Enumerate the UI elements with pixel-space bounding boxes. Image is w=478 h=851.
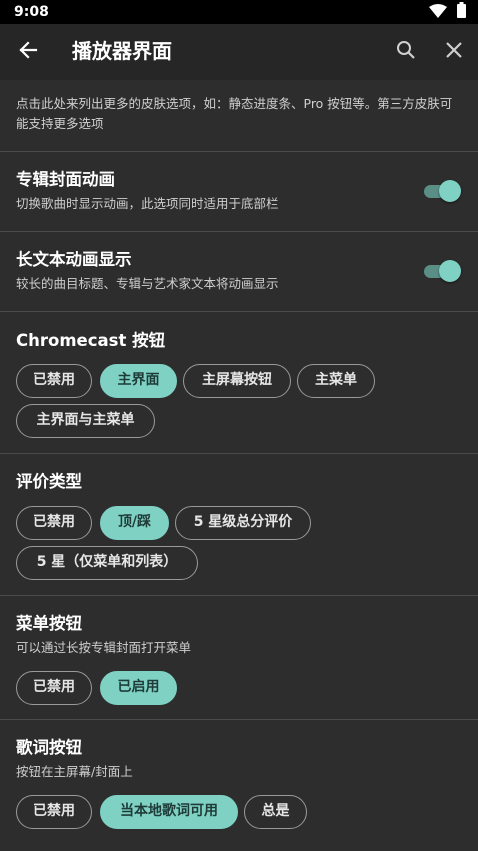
- setting-title: 长文本动画显示: [16, 250, 132, 269]
- status-time: 9:08: [14, 4, 49, 20]
- search-button[interactable]: [386, 32, 426, 72]
- setting-title: 歌词按钮: [16, 738, 82, 757]
- chip-rating-five-star-menu-list[interactable]: 5 星（仅菜单和列表）: [16, 546, 198, 580]
- chromecast-button-setting: Chromecast 按钮 已禁用 主界面 主屏幕按钮 主菜单 主界面与主菜单: [0, 312, 478, 454]
- status-bar: 9:08: [0, 0, 478, 24]
- setting-title: 评价类型: [16, 472, 82, 491]
- album-animation-toggle[interactable]: [422, 180, 461, 202]
- chip-chromecast-main-menu[interactable]: 主菜单: [297, 364, 375, 398]
- setting-subtitle: 较长的曲目标题、专辑与艺术家文本将动画显示: [16, 276, 279, 291]
- settings-list: 点击此处来列出更多的皮肤选项，如：静态进度条、Pro 按钮等。第三方皮肤可能支持…: [0, 80, 478, 851]
- close-button[interactable]: [434, 32, 474, 72]
- chip-menu-enabled[interactable]: 已启用: [100, 671, 177, 705]
- rating-type-setting: 评价类型 已禁用 顶/踩 5 星级总分评价 5 星（仅菜单和列表）: [0, 454, 478, 596]
- long-text-animation-toggle[interactable]: [422, 260, 461, 282]
- chip-rating-five-star[interactable]: 5 星级总分评价: [175, 506, 311, 540]
- setting-subtitle: 切换歌曲时显示动画，此选项同时适用于底部栏: [16, 196, 279, 211]
- back-button[interactable]: [8, 32, 48, 72]
- menu-button-setting: 菜单按钮 可以通过长按专辑封面打开菜单 已禁用 已启用: [0, 596, 478, 720]
- wifi-icon: [429, 3, 447, 22]
- lyrics-button-setting: 歌词按钮 按钮在主屏幕/封面上 已禁用 当本地歌词可用 总是: [0, 720, 478, 851]
- setting-title: 专辑封面动画: [16, 170, 115, 189]
- chip-chromecast-home-button[interactable]: 主屏幕按钮: [183, 364, 291, 398]
- search-icon: [396, 40, 416, 64]
- setting-title: 菜单按钮: [16, 614, 82, 633]
- album-animation-setting[interactable]: 专辑封面动画 切换歌曲时显示动画，此选项同时适用于底部栏: [0, 152, 478, 232]
- chip-menu-disabled[interactable]: 已禁用: [16, 671, 92, 705]
- chip-chromecast-main-screen[interactable]: 主界面: [100, 364, 177, 398]
- long-text-animation-setting[interactable]: 长文本动画显示 较长的曲目标题、专辑与艺术家文本将动画显示: [0, 232, 478, 312]
- chip-lyrics-disabled[interactable]: 已禁用: [16, 795, 92, 829]
- arrow-left-icon: [18, 40, 38, 64]
- chip-chromecast-disabled[interactable]: 已禁用: [16, 364, 92, 398]
- setting-subtitle: 按钮在主屏幕/封面上: [16, 764, 133, 779]
- setting-subtitle: 可以通过长按专辑封面打开菜单: [16, 640, 192, 655]
- app-bar: 播放器界面: [0, 24, 478, 80]
- toggle-knob: [439, 260, 461, 282]
- chip-chromecast-main-screen-and-menu[interactable]: 主界面与主菜单: [16, 404, 155, 438]
- chip-rating-thumbs[interactable]: 顶/踩: [100, 506, 169, 540]
- battery-icon: [457, 2, 466, 22]
- status-icons: [429, 2, 466, 22]
- chip-lyrics-local-available[interactable]: 当本地歌词可用: [100, 795, 238, 829]
- chip-lyrics-always[interactable]: 总是: [244, 795, 307, 829]
- setting-title: Chromecast 按钮: [16, 331, 166, 350]
- close-icon: [445, 41, 463, 63]
- toggle-knob: [439, 180, 461, 202]
- chip-rating-disabled[interactable]: 已禁用: [16, 506, 92, 540]
- page-title: 播放器界面: [72, 39, 172, 63]
- more-skin-options-note[interactable]: 点击此处来列出更多的皮肤选项，如：静态进度条、Pro 按钮等。第三方皮肤可能支持…: [0, 80, 478, 152]
- note-text: 点击此处来列出更多的皮肤选项，如：静态进度条、Pro 按钮等。第三方皮肤可能支持…: [16, 96, 453, 131]
